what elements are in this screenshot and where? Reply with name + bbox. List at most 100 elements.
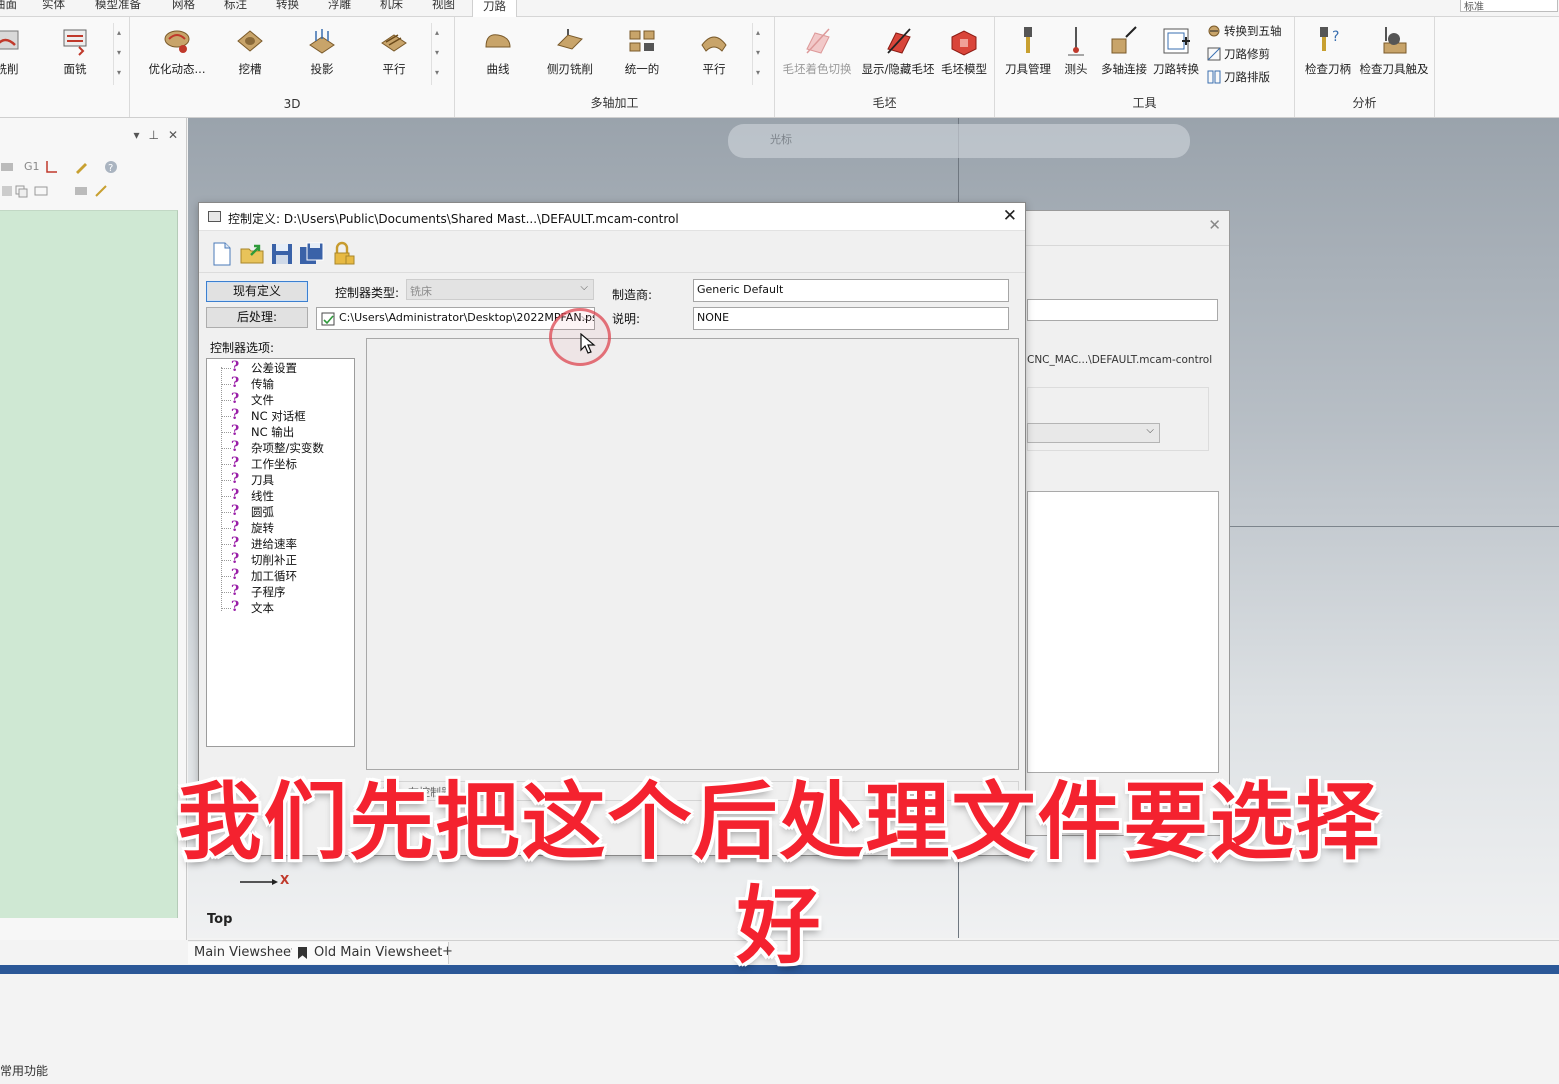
tree-connector bbox=[221, 368, 231, 369]
simulate-icon[interactable] bbox=[74, 184, 88, 198]
trim-icon bbox=[1207, 47, 1221, 61]
select-icon[interactable] bbox=[34, 184, 48, 198]
save-as-icon[interactable] bbox=[299, 241, 325, 267]
ribbon-button-pocket[interactable]: 挖槽 bbox=[217, 23, 283, 87]
current-definition-button[interactable]: 现有定义 bbox=[206, 281, 308, 302]
question-mark-icon: ? bbox=[231, 455, 240, 471]
pocket-icon bbox=[237, 30, 263, 52]
tab-solids[interactable]: 实体 bbox=[42, 0, 65, 12]
bg-text-field[interactable] bbox=[1027, 299, 1218, 321]
description-field[interactable]: NONE bbox=[693, 307, 1009, 330]
machine-group-properties-dialog: ✕ CNC_MAC...\DEFAULT.mcam-control ⌵ bbox=[1022, 210, 1230, 836]
ribbon-button-swarf[interactable]: 侧刃铣削 bbox=[537, 23, 603, 87]
ribbon-gallery-scroller[interactable]: ▴ ▾ ▾ bbox=[752, 23, 763, 85]
tab-view[interactable]: 视图 bbox=[432, 0, 455, 12]
manufacturer-field[interactable]: Generic Default bbox=[693, 279, 1009, 302]
new-file-icon[interactable] bbox=[209, 241, 235, 267]
tree-item-label: 杂项整/实变数 bbox=[251, 441, 324, 455]
quick-toolbar-label: 光标 bbox=[770, 133, 792, 146]
tab-toolpaths[interactable]: 刀路 bbox=[472, 0, 517, 17]
ribbon-button-convert-5axis[interactable]: 转换到五轴 bbox=[1207, 23, 1282, 43]
ribbon-button-project[interactable]: 投影 bbox=[289, 23, 355, 87]
ribbon-button-check-holder[interactable]: ? 检查刀柄 bbox=[1295, 23, 1361, 87]
ribbon-button-parallel-5x[interactable]: 平行 bbox=[681, 23, 747, 87]
lock-icon[interactable] bbox=[331, 241, 357, 267]
ribbon-button-nesting[interactable]: 刀路排版 bbox=[1207, 69, 1270, 89]
multiaxis-link-icon bbox=[1111, 26, 1137, 54]
question-mark-icon: ? bbox=[231, 599, 240, 615]
controller-options-tree[interactable]: ? 公差设置? 传输? 文件? NC 对话框? NC 输出? 杂项整/实变数? 工作坐标? 刀具… bbox=[206, 358, 355, 747]
bg-list-box[interactable] bbox=[1027, 491, 1219, 773]
parallel-5axis-icon bbox=[701, 36, 727, 52]
ribbon-button-stock-display[interactable]: 显示/隐藏毛坯 bbox=[859, 23, 937, 87]
tree-item-label: 刀具 bbox=[251, 473, 274, 487]
ribbon-button-curve[interactable]: 曲线 bbox=[465, 23, 531, 87]
ribbon-button-stock-model[interactable]: 毛坯模型 bbox=[931, 23, 997, 87]
tab-transform[interactable]: 转换 bbox=[276, 0, 299, 12]
ribbon-button-optirough[interactable]: 优化动态... bbox=[144, 23, 210, 87]
toolpath-icon[interactable] bbox=[0, 160, 14, 174]
verify-icon[interactable] bbox=[94, 184, 108, 198]
video-subtitle: 我们先把这个后处理文件要选择 好 bbox=[0, 770, 1559, 978]
tree-item-label: 圆弧 bbox=[251, 505, 274, 519]
question-mark-icon: ? bbox=[231, 583, 240, 599]
question-mark-icon: ? bbox=[231, 359, 240, 375]
help-icon[interactable]: ? bbox=[104, 160, 118, 174]
dialog-titlebar: 控制定义: D:\Users\Public\Documents\Shared M… bbox=[199, 203, 1025, 231]
check-reach-icon bbox=[1383, 27, 1407, 54]
ribbon-button-trim[interactable]: 刀路修剪 bbox=[1207, 46, 1270, 66]
close-icon[interactable]: ✕ bbox=[168, 128, 178, 142]
tree-item-label: 线性 bbox=[251, 489, 274, 503]
svg-text:?: ? bbox=[108, 163, 113, 174]
ribbon-gallery-scroller[interactable]: ▴ ▾ ▾ bbox=[431, 23, 442, 85]
window-icon bbox=[208, 211, 221, 222]
open-file-icon[interactable] bbox=[239, 241, 265, 267]
save-icon[interactable] bbox=[269, 241, 295, 267]
ribbon-gallery-scroller[interactable]: ▴ ▾ ▾ bbox=[113, 23, 124, 85]
post-processor-button[interactable]: 后处理: bbox=[206, 307, 308, 328]
description-label: 说明: bbox=[612, 312, 641, 326]
ribbon-button-mill[interactable]: 铣削 bbox=[0, 23, 40, 87]
regenerate-icon[interactable] bbox=[0, 184, 14, 198]
ribbon-button-toolpath-transform[interactable]: 刀路转换 bbox=[1143, 23, 1209, 87]
ribbon-button-check-reach[interactable]: 检查刀具触及 bbox=[1357, 23, 1431, 87]
bg-combo[interactable]: ⌵ bbox=[1027, 423, 1160, 443]
project-icon bbox=[309, 29, 335, 54]
close-icon[interactable]: ✕ bbox=[1208, 216, 1221, 234]
tree-connector bbox=[221, 416, 231, 417]
ribbon-button-unified[interactable]: 统一的 bbox=[609, 23, 675, 87]
tab-machine[interactable]: 机床 bbox=[380, 0, 403, 12]
tab-surfaces[interactable]: 曲面 bbox=[0, 0, 17, 12]
ribbon-button-stock-shading[interactable]: 毛坯着色切换 bbox=[781, 23, 853, 87]
tree-item-label: 传输 bbox=[251, 377, 274, 391]
axis-icon[interactable] bbox=[44, 160, 58, 174]
ribbon-small-label: 转换到五轴 bbox=[1224, 24, 1282, 38]
controller-type-label: 控制器类型: bbox=[335, 286, 400, 300]
left-status-text: 常用功能 bbox=[0, 1064, 49, 1078]
pin-icon[interactable]: ⊥ bbox=[148, 128, 158, 142]
ribbon-button-label: 检查刀具触及 bbox=[1359, 62, 1429, 76]
ribbon-button-parallel[interactable]: 平行 bbox=[361, 23, 427, 87]
ribbon-button-label: 平行 bbox=[702, 62, 726, 76]
ribbon-small-label: 刀路修剪 bbox=[1224, 47, 1270, 61]
tab-dimension[interactable]: 标注 bbox=[224, 0, 247, 12]
nesting-icon bbox=[1207, 70, 1221, 84]
chevron-down-icon: ⌵ bbox=[580, 282, 588, 293]
tree-connector bbox=[221, 576, 231, 577]
panel-menu-icon[interactable]: ▾ bbox=[133, 128, 139, 142]
edit-icon[interactable] bbox=[74, 160, 88, 174]
ribbon-group-label: 3D bbox=[283, 97, 301, 111]
parallel-icon bbox=[381, 34, 407, 52]
tab-relief[interactable]: 浮雕 bbox=[328, 0, 351, 12]
quick-selection-toolbar[interactable]: 光标 bbox=[728, 124, 1190, 158]
tab-model-prep[interactable]: 模型准备 bbox=[95, 0, 141, 12]
tab-mesh[interactable]: 网格 bbox=[172, 0, 195, 12]
question-mark-icon: ? bbox=[231, 487, 240, 503]
ribbon: 铣削 面铣 ▴ ▾ ▾ 优化动态... 挖槽 投影 平行 ▴ ▾ ▾ 3D 曲线… bbox=[0, 17, 1559, 118]
ribbon-button-facing[interactable]: 面铣 bbox=[42, 23, 108, 87]
copy-icon[interactable] bbox=[14, 184, 28, 198]
ribbon-button-label: 统一的 bbox=[624, 62, 660, 76]
g1-button[interactable]: G1 bbox=[24, 160, 40, 173]
view-combo[interactable]: 标准 bbox=[1460, 0, 1558, 13]
close-button[interactable]: ✕ bbox=[1003, 206, 1017, 226]
